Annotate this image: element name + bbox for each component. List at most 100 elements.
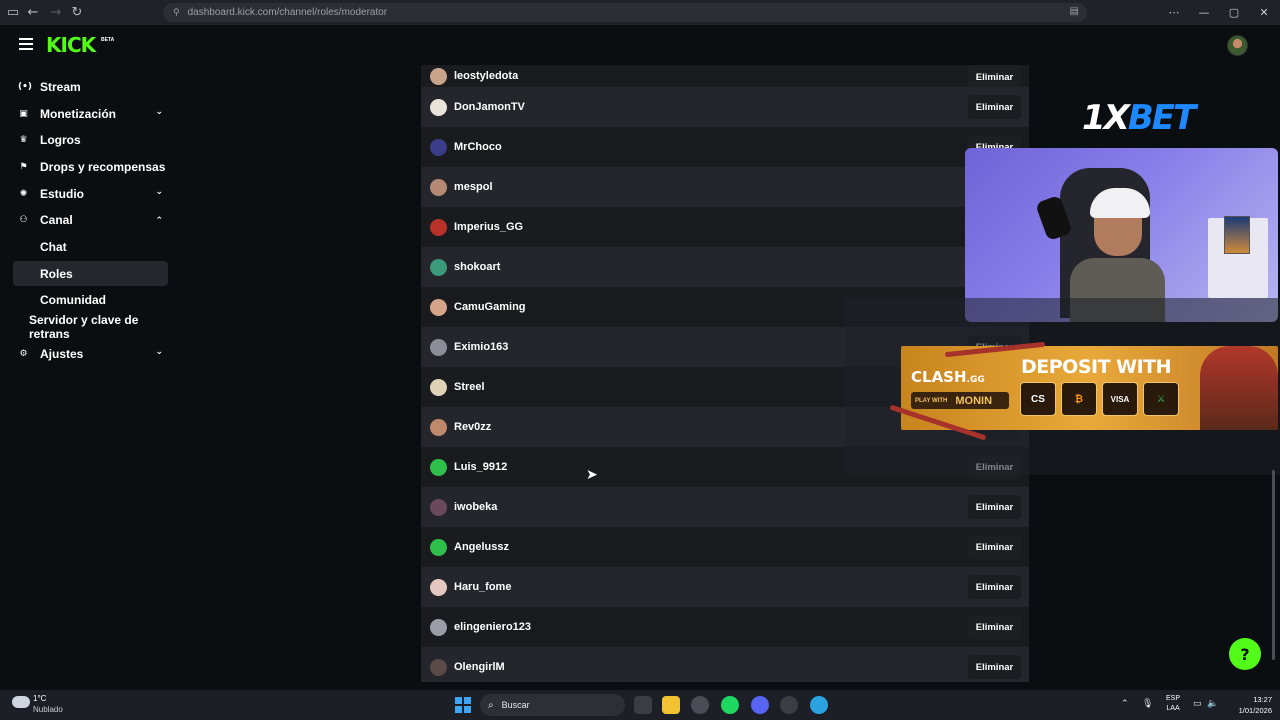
moderator-row: Imperius_GGEliminar — [421, 207, 1029, 247]
moderator-avatar[interactable] — [430, 418, 447, 436]
moderator-username[interactable]: DonJamonTV — [454, 101, 525, 113]
cs2-icon: CS — [1020, 382, 1056, 416]
moderator-username[interactable]: Eximio163 — [454, 341, 508, 353]
remove-moderator-button[interactable]: Eliminar — [968, 575, 1021, 599]
chevron-down-icon[interactable]: ⌄ — [155, 187, 163, 197]
moderator-username[interactable]: CamuGaming — [454, 301, 526, 313]
sidebar-item-canal[interactable]: ⚇ Canal ⌃ — [13, 207, 168, 232]
remove-moderator-button[interactable]: Eliminar — [968, 535, 1021, 559]
moderator-avatar[interactable] — [430, 67, 447, 85]
remove-moderator-button[interactable]: Eliminar — [968, 655, 1021, 679]
banner-character — [1200, 346, 1278, 430]
address-bar[interactable]: ⚲ dashboard.kick.com/channel/roles/moder… — [163, 3, 1087, 22]
moderator-username[interactable]: Angelussz — [454, 541, 509, 553]
forward-button[interactable]: → — [45, 1, 67, 23]
language-indicator[interactable]: ESP LAA — [1166, 694, 1180, 714]
moderator-avatar[interactable] — [430, 258, 447, 276]
sidebar-item-drops[interactable]: ⚑ Drops y recompensas — [13, 154, 168, 179]
moderator-avatar[interactable] — [430, 98, 447, 116]
reload-button[interactable]: ↻ — [66, 1, 88, 23]
sidebar-item-roles[interactable]: Roles — [13, 261, 168, 286]
sidebar-item-ajustes[interactable]: ⚙ Ajustes ⌄ — [13, 341, 168, 366]
moderator-username[interactable]: OlengirlM — [454, 661, 505, 673]
moderator-avatar[interactable] — [430, 138, 447, 156]
system-clock[interactable]: 13:27 1/01/2026 — [1222, 694, 1272, 716]
moderator-username[interactable]: Streel — [454, 381, 485, 393]
close-button[interactable]: ✕ — [1248, 0, 1280, 25]
sidebar-toggle-icon[interactable]: ▭ — [2, 1, 24, 23]
chevron-up-icon[interactable]: ⌃ — [155, 216, 163, 226]
weather-temperature[interactable]: 1°C — [33, 694, 46, 703]
chevron-down-icon[interactable]: ⌄ — [155, 107, 163, 117]
moderator-username[interactable]: shokoart — [454, 261, 500, 273]
chrome-icon[interactable] — [780, 696, 798, 714]
cloud-icon[interactable] — [12, 696, 30, 708]
sidebar-item-servidor[interactable]: Servidor y clave de retrans — [13, 313, 180, 341]
taskbar-search[interactable]: ⌕ Buscar — [480, 694, 625, 716]
network-icon[interactable]: ▭ — [1193, 699, 1202, 709]
microphone-icon[interactable]: 🎙 — [1142, 699, 1153, 709]
sidebar-item-comunidad[interactable]: Comunidad — [13, 287, 168, 312]
maximize-button[interactable]: ▢ — [1218, 0, 1250, 25]
moderator-username[interactable]: Luis_9912 — [454, 461, 507, 473]
moderator-username[interactable]: iwobeka — [454, 501, 497, 513]
banner-title: DEPOSIT WITH — [1021, 356, 1172, 378]
page-scrollbar[interactable] — [1272, 470, 1275, 660]
moderator-avatar[interactable] — [430, 298, 447, 316]
spotify-icon[interactable] — [721, 696, 739, 714]
moderator-avatar[interactable] — [430, 178, 447, 196]
moderator-username[interactable]: elingeniero123 — [454, 621, 531, 633]
sidebar-item-label: Chat — [40, 239, 67, 254]
site-info-icon[interactable]: ⚲ — [173, 8, 180, 18]
menu-icon[interactable] — [19, 38, 33, 50]
moderator-username[interactable]: Rev0zz — [454, 421, 491, 433]
dashboard-sidebar: (•) Stream ▣ Monetización ⌄ ♛ Logros ⚑ D… — [0, 65, 180, 690]
sidebar-item-label: Ajustes — [40, 346, 84, 361]
minimize-button[interactable]: — — [1188, 0, 1220, 25]
task-view-icon[interactable] — [634, 696, 652, 714]
moderator-avatar[interactable] — [430, 578, 447, 596]
moderator-avatar[interactable] — [430, 538, 447, 556]
chevron-down-icon[interactable]: ⌄ — [155, 347, 163, 357]
moderator-avatar[interactable] — [430, 378, 447, 396]
studio-icon: ✺ — [19, 188, 28, 199]
sponsor-logo-1xbet: 1XBET — [1082, 98, 1196, 138]
moderator-row: iwobeka Eliminar — [421, 487, 1029, 527]
moderator-username[interactable]: leostyledota — [454, 70, 518, 82]
windows-start-icon[interactable] — [455, 697, 471, 713]
moderator-avatar[interactable] — [430, 338, 447, 356]
discord-icon[interactable] — [751, 696, 769, 714]
moderator-avatar[interactable] — [430, 658, 447, 676]
moderator-avatar[interactable] — [430, 498, 447, 516]
sidebar-item-chat[interactable]: Chat — [13, 234, 168, 259]
remove-moderator-button[interactable]: Eliminar — [968, 495, 1021, 519]
moderator-row: shokoartEliminar — [421, 247, 1029, 287]
sidebar-item-monetizacion[interactable]: ▣ Monetización ⌄ — [13, 101, 168, 126]
sidebar-item-estudio[interactable]: ✺ Estudio ⌄ — [13, 181, 168, 206]
user-avatar[interactable] — [1227, 35, 1248, 56]
sidebar-item-stream[interactable]: (•) Stream — [13, 74, 168, 99]
moderator-avatar[interactable] — [430, 218, 447, 236]
support-chat-button[interactable]: ? — [1229, 638, 1261, 670]
browser-app-icon[interactable] — [691, 696, 709, 714]
volume-icon[interactable]: 🔈 — [1207, 699, 1218, 709]
file-explorer-icon[interactable] — [662, 696, 680, 714]
moderator-username[interactable]: Imperius_GG — [454, 221, 523, 233]
moderator-avatar[interactable] — [430, 618, 447, 636]
moderator-username[interactable]: MrChoco — [454, 141, 502, 153]
moderator-username[interactable]: mespol — [454, 181, 493, 193]
moderator-avatar[interactable] — [430, 458, 447, 476]
tray-expand-icon[interactable]: ⌃ — [1121, 699, 1129, 709]
sidebar-item-logros[interactable]: ♛ Logros — [13, 127, 168, 152]
telegram-icon[interactable] — [810, 696, 828, 714]
back-button[interactable]: ← — [22, 1, 44, 23]
browser-menu-button[interactable]: ⋯ — [1158, 0, 1190, 25]
mouse-cursor-icon: ➤ — [586, 467, 598, 483]
reader-mode-icon[interactable]: ▤ — [1070, 6, 1079, 17]
remove-moderator-button[interactable]: Eliminar — [968, 95, 1021, 119]
weather-description[interactable]: Nublado — [33, 705, 63, 714]
remove-moderator-button[interactable]: Eliminar — [968, 65, 1021, 89]
remove-moderator-button[interactable]: Eliminar — [968, 615, 1021, 639]
moderator-username[interactable]: Haru_fome — [454, 581, 511, 593]
kick-logo[interactable]: KICK — [46, 33, 96, 57]
